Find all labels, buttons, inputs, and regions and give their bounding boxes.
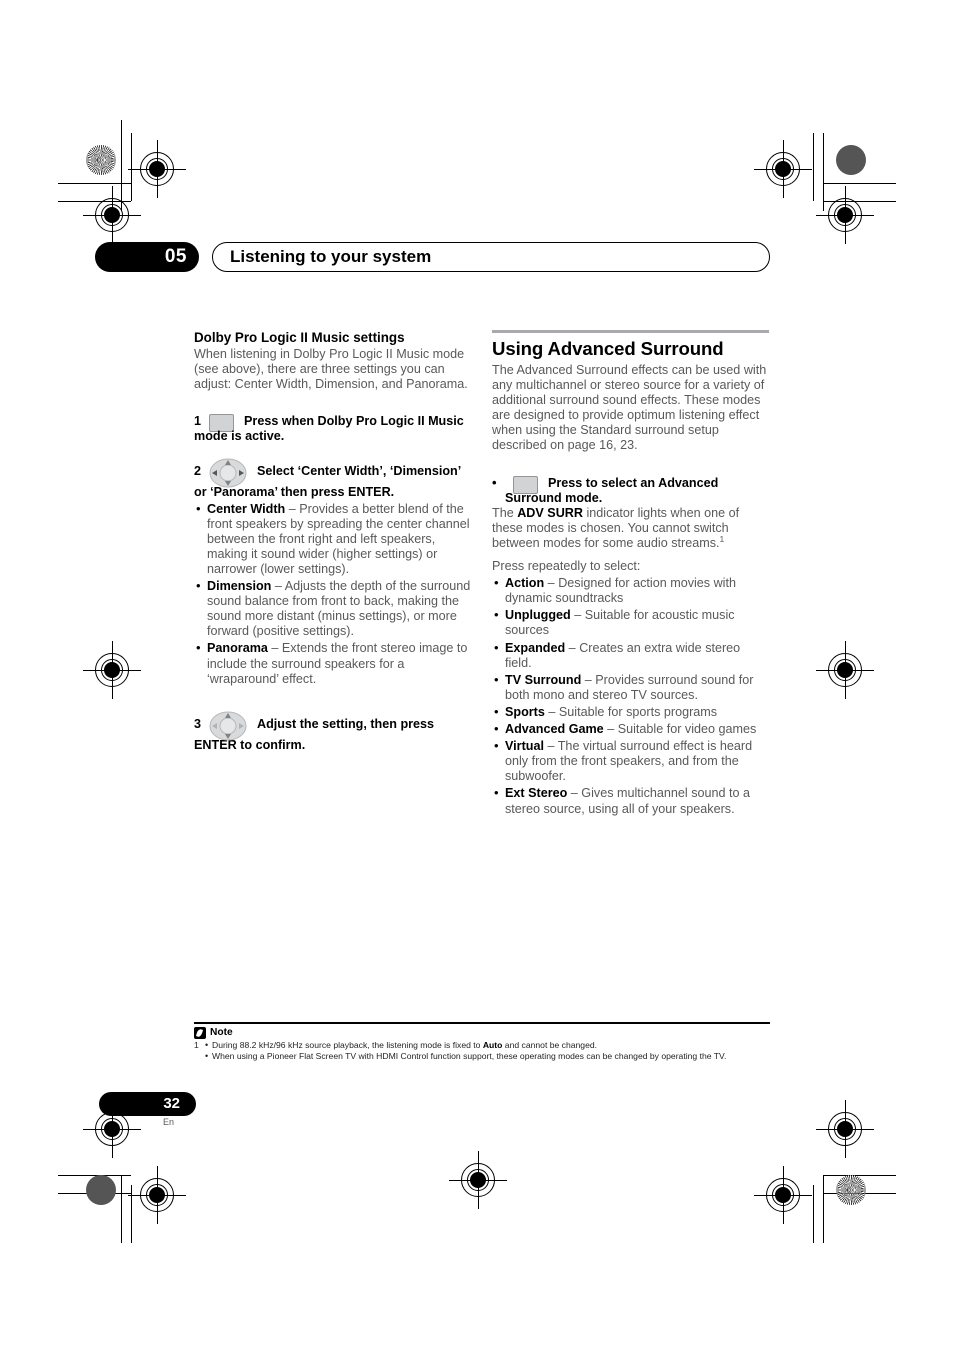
- section-rule: [492, 330, 769, 333]
- intro-paragraph-left: When listening in Dolby Pro Logic II Mus…: [194, 347, 468, 392]
- mode-ext-stereo: Ext Stereo – Gives multichannel sound to…: [492, 785, 769, 816]
- crop-mark-spine-top: [121, 120, 122, 150]
- note-item-1: During 88.2 kHz/96 kHz source playback, …: [205, 1040, 770, 1052]
- term-virtual: Virtual: [505, 739, 544, 754]
- note-item-1-post: and cannot be changed.: [502, 1039, 598, 1050]
- bullet-dimension: Dimension – Adjusts the depth of the sur…: [194, 578, 471, 639]
- step-1: 1 Press when Dolby Pro Logic II Music mod…: [194, 414, 471, 444]
- mode-advanced-game: Advanced Game – Suitable for video games: [492, 721, 769, 737]
- joystick-pad-icon: [209, 458, 247, 488]
- registration-mark-mid-left: [83, 641, 141, 699]
- note-content: 1 During 88.2 kHz/96 kHz source playback…: [194, 1040, 770, 1063]
- registration-mark-upper-left: [83, 186, 141, 244]
- page-title: Listening to your system: [212, 242, 770, 272]
- note-item-2: When using a Pioneer Flat Screen TV with…: [205, 1051, 770, 1063]
- term-tv-surround: TV Surround: [505, 672, 582, 687]
- adv-surr-indicator-name: ADV SURR: [517, 505, 583, 520]
- term-expanded: Expanded: [505, 640, 566, 655]
- mode-tv-surround: TV Surround – Provides surround sound fo…: [492, 672, 769, 703]
- term-dimension: Dimension: [207, 579, 272, 594]
- crop-mark-horizontal-br-a: [823, 1175, 896, 1176]
- term-ext-stereo: Ext Stereo: [505, 786, 568, 801]
- crop-mark-vertical-tr-a: [823, 133, 824, 211]
- note-label: Note: [210, 1027, 233, 1039]
- term-panorama: Panorama: [207, 641, 268, 656]
- joystick-pad-icon: [209, 711, 247, 741]
- crop-mark-vertical-tl-b: [131, 133, 132, 201]
- term-sports: Sports: [505, 704, 545, 719]
- right-column: Using Advanced Surround The Advanced Sur…: [492, 330, 769, 819]
- step-3: 3 Adjust the setting, then press ENTER t…: [194, 711, 471, 753]
- intro-paragraph-right: The Advanced Surround effects can be use…: [492, 363, 767, 453]
- step-2-bullet-list: Center Width – Provides a better blend o…: [194, 501, 471, 687]
- step-1-text: Press when Dolby Pro Logic II Music mode…: [194, 414, 464, 444]
- advanced-surround-step: Press to select an Advanced Surround mod…: [492, 475, 769, 506]
- step-2-number: 2: [194, 463, 202, 478]
- note-footnote-number: 1: [194, 1039, 199, 1050]
- mode-sports: Sports – Suitable for sports programs: [492, 704, 769, 720]
- registration-dot-bottom-left: [86, 1175, 116, 1205]
- note-item-1-bold: Auto: [482, 1039, 503, 1050]
- mode-action: Action – Designed for action movies with…: [492, 575, 769, 606]
- page-number-block: 32 En: [99, 1092, 196, 1127]
- chapter-header: 05 Listening to your system: [95, 242, 770, 272]
- note-block: Note 1 During 88.2 kHz/96 kHz source pla…: [194, 1022, 770, 1063]
- press-repeatedly-text: Press repeatedly to select:: [492, 559, 641, 574]
- note-heading: Note: [194, 1026, 770, 1039]
- adv-surr-pre: The: [492, 505, 518, 520]
- step-1-number: 1: [194, 414, 202, 429]
- crop-mark-vertical-br-b: [813, 1185, 814, 1243]
- step-2: 2 Select ‘Center Width’, ‘Dimension’ or …: [194, 458, 471, 500]
- registration-mark-top-left: [128, 140, 186, 198]
- term-action: Action: [505, 576, 545, 591]
- chapter-number-badge: 05: [95, 242, 199, 272]
- registration-mark-lower-right: [816, 1100, 874, 1158]
- registration-dot-bottom-right: [836, 1175, 866, 1205]
- note-pencil-icon: [194, 1026, 206, 1039]
- step-3-number: 3: [194, 716, 202, 731]
- bullet-center-width: Center Width – Provides a better blend o…: [194, 501, 471, 577]
- term-unplugged: Unplugged: [505, 608, 571, 623]
- footnote-marker: 1: [719, 533, 725, 544]
- note-divider: [194, 1022, 770, 1024]
- left-column: Dolby Pro Logic II Music settings When l…: [194, 330, 471, 753]
- subheading-dolby-pro-logic-music: Dolby Pro Logic II Music settings: [194, 330, 405, 345]
- registration-mark-upper-right: [816, 186, 874, 244]
- crop-mark-vertical-bl-a: [121, 1175, 122, 1243]
- registration-dot-top-left: [86, 145, 116, 175]
- bullet-panorama: Panorama – Extends the front stereo imag…: [194, 640, 471, 686]
- page-language-code: En: [162, 1117, 174, 1127]
- crop-mark-vertical-br-a: [823, 1175, 824, 1243]
- note-item-1-pre: During 88.2 kHz/96 kHz source playback, …: [212, 1039, 483, 1050]
- desc-advanced-game: – Suitable for video games: [603, 722, 757, 737]
- registration-mark-top-right: [754, 140, 812, 198]
- crop-mark-vertical-tr-b: [813, 133, 814, 201]
- mode-unplugged: Unplugged – Suitable for acoustic music …: [492, 607, 769, 638]
- desc-sports: – Suitable for sports programs: [544, 704, 718, 719]
- mode-expanded: Expanded – Creates an extra wide stereo …: [492, 640, 769, 671]
- registration-mark-bottom-left: [128, 1166, 186, 1224]
- adv-surr-indicator-paragraph: The ADV SURR indicator lights when one o…: [492, 506, 769, 551]
- registration-mark-bottom-right: [754, 1166, 812, 1224]
- term-advanced-game: Advanced Game: [505, 722, 604, 737]
- registration-mark-bottom-center: [449, 1151, 507, 1209]
- page-number-badge: 32: [99, 1092, 196, 1116]
- advanced-surround-mode-list: Action – Designed for action movies with…: [492, 575, 769, 816]
- mode-virtual: Virtual – The virtual surround effect is…: [492, 738, 769, 784]
- term-center-width: Center Width: [207, 501, 286, 516]
- registration-dot-top-right: [836, 145, 866, 175]
- registration-mark-mid-right: [816, 641, 874, 699]
- section-heading-using-advanced-surround: Using Advanced Surround: [492, 338, 724, 359]
- crop-mark-horizontal-tl-a: [58, 183, 131, 184]
- crop-mark-horizontal-tr-a: [823, 183, 896, 184]
